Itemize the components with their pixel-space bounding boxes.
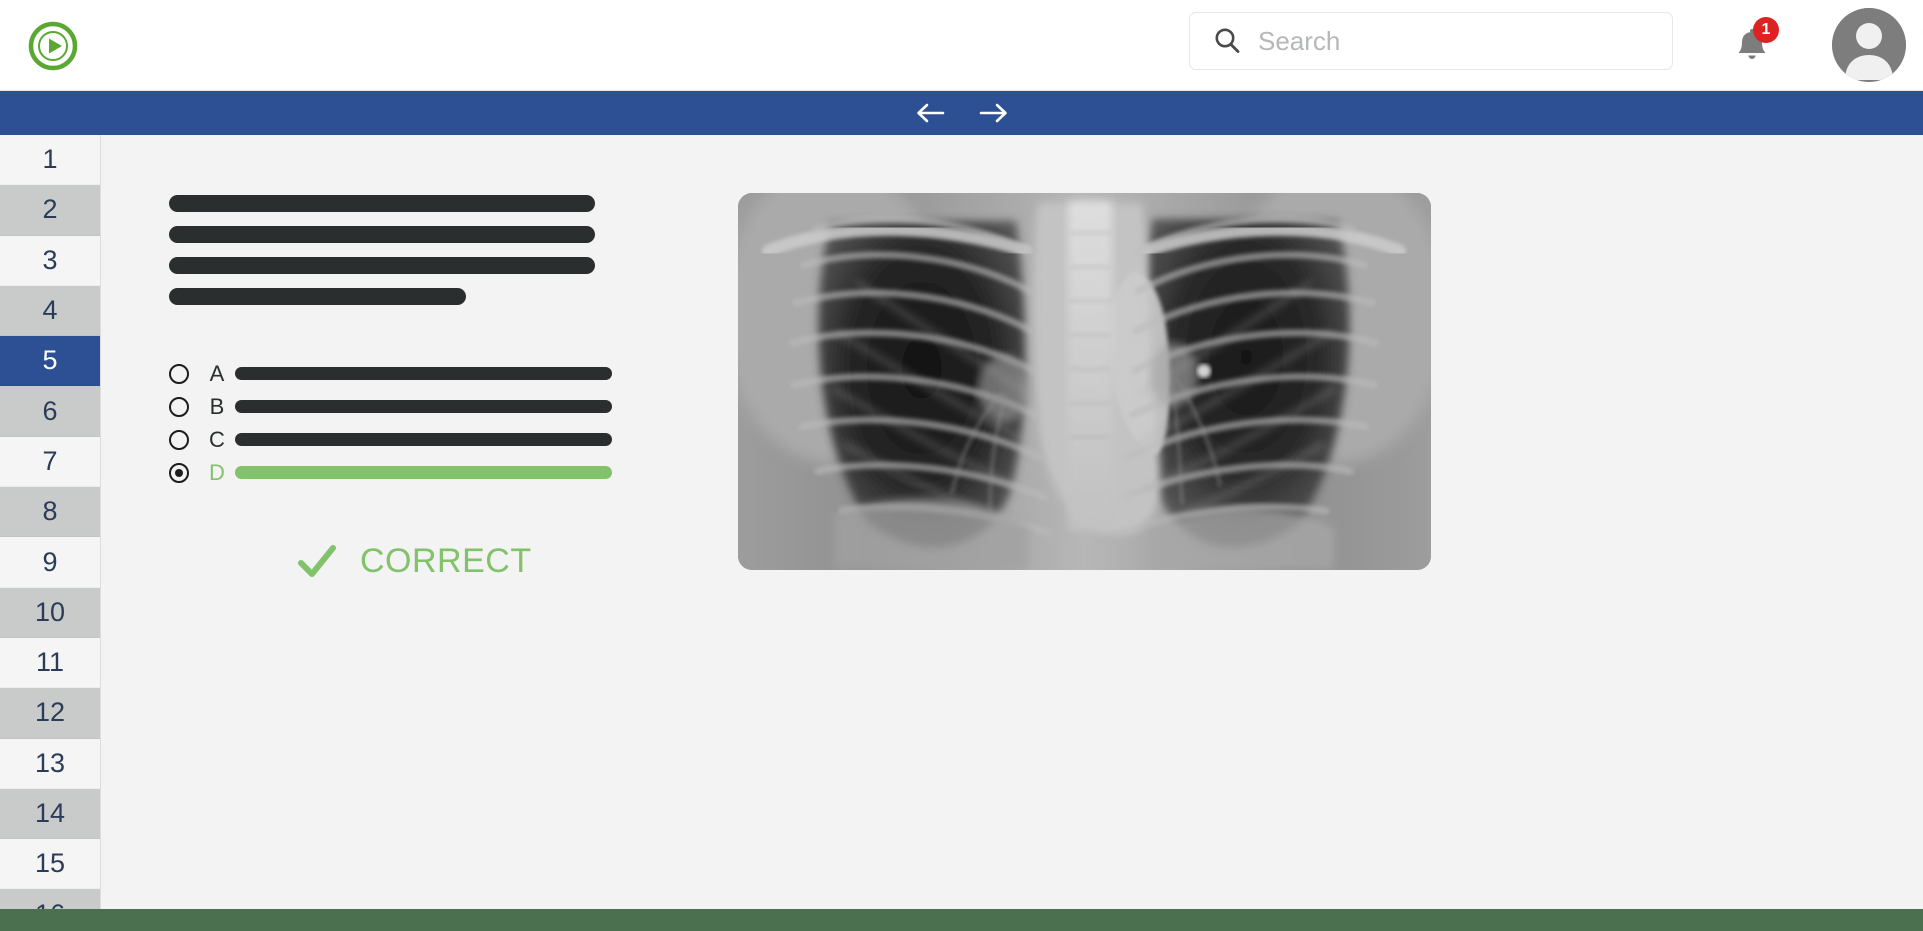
answer-options-list[interactable]: ABCD — [169, 357, 699, 489]
sidebar-item-15[interactable]: 15 — [0, 839, 100, 890]
sidebar-item-14[interactable]: 14 — [0, 788, 100, 840]
radio-button-d[interactable] — [169, 462, 189, 483]
sidebar-item-1[interactable]: 1 — [0, 135, 100, 186]
answer-option-d[interactable]: D — [169, 456, 699, 489]
option-text-bar — [235, 433, 612, 446]
radio-button-a[interactable] — [169, 363, 189, 384]
option-text-bar — [235, 466, 612, 479]
question-list-sidebar[interactable]: 12345678910111213141516 — [0, 135, 101, 931]
question-text-line — [169, 226, 595, 243]
sidebar-item-6[interactable]: 6 — [0, 386, 100, 437]
result-label: CORRECT — [360, 541, 532, 580]
notification-badge: 1 — [1753, 17, 1779, 43]
question-navigation-bar — [0, 91, 1923, 135]
option-letter: D — [209, 459, 225, 485]
arrow-right-icon — [979, 103, 1007, 123]
sidebar-item-9[interactable]: 9 — [0, 537, 100, 588]
sidebar-item-5[interactable]: 5 — [0, 336, 100, 387]
sidebar-item-4[interactable]: 4 — [0, 285, 100, 337]
option-letter: A — [209, 360, 225, 386]
user-avatar[interactable] — [1832, 8, 1906, 82]
notifications-button[interactable]: 1 — [1735, 17, 1779, 68]
next-question-button[interactable] — [975, 98, 1013, 128]
sidebar-item-11[interactable]: 11 — [0, 637, 100, 689]
question-text-line — [169, 195, 595, 212]
question-text-block — [169, 195, 699, 319]
question-text-line — [169, 288, 466, 305]
sidebar-item-10[interactable]: 10 — [0, 587, 100, 638]
quiz-app-window: 1 12345678910111213141516 — [0, 0, 1923, 931]
arrow-left-icon — [916, 103, 944, 123]
option-text-bar — [235, 400, 612, 413]
main-content: ABCD CORRECT — [101, 135, 1923, 931]
sidebar-item-3[interactable]: 3 — [0, 235, 100, 286]
user-avatar-icon — [1832, 8, 1906, 82]
chest-xray-image — [738, 193, 1431, 570]
search-icon — [1212, 26, 1242, 56]
option-letter: C — [209, 426, 225, 452]
answer-option-a[interactable]: A — [169, 357, 699, 390]
search-input[interactable] — [1258, 25, 1638, 57]
sidebar-item-7[interactable]: 7 — [0, 436, 100, 488]
question-text-line — [169, 257, 595, 274]
footer-bar — [0, 909, 1923, 931]
answer-option-b[interactable]: B — [169, 390, 699, 423]
sidebar-item-12[interactable]: 12 — [0, 688, 100, 739]
radio-button-c[interactable] — [169, 429, 189, 450]
sidebar-item-2[interactable]: 2 — [0, 185, 100, 236]
search-box[interactable] — [1189, 12, 1673, 70]
sidebar-item-8[interactable]: 8 — [0, 487, 100, 538]
top-header: 1 — [0, 0, 1923, 91]
play-circle-logo[interactable] — [27, 20, 79, 72]
radio-button-b[interactable] — [169, 396, 189, 417]
answer-option-c[interactable]: C — [169, 423, 699, 456]
checkmark-icon — [296, 540, 338, 582]
answer-result: CORRECT — [296, 540, 532, 582]
previous-question-button[interactable] — [911, 98, 949, 128]
sidebar-item-13[interactable]: 13 — [0, 738, 100, 789]
option-text-bar — [235, 367, 612, 380]
option-letter: B — [209, 393, 225, 419]
